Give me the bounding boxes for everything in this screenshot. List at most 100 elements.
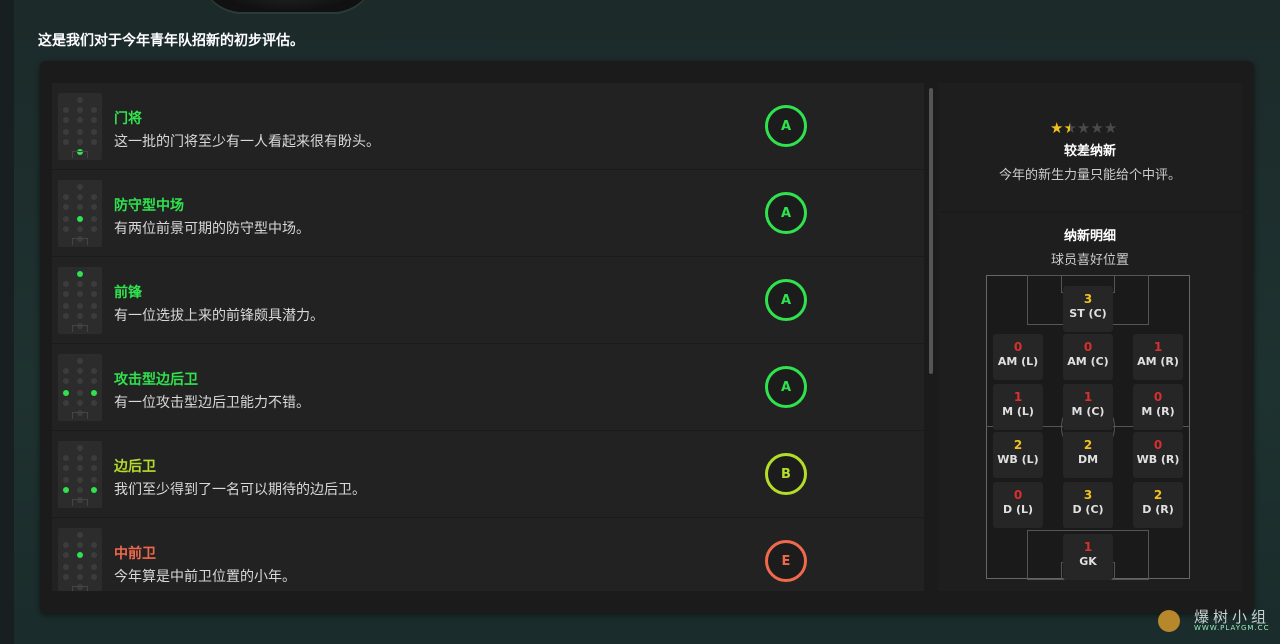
watermark: 爆树小组 WWW.PLAYGM.CC (1158, 604, 1273, 632)
position-cell-dr[interactable]: 2D (R) (1133, 482, 1183, 528)
youth-intake-panel: 门将 这一批的门将至少有一人看起来很有盼头。 A 防守型中场 有两位前景可期的防守型中场… (40, 61, 1254, 613)
pitch-dot (63, 368, 69, 374)
pitch-dot (77, 455, 83, 461)
pitch-dot (63, 204, 69, 210)
pitch-dot (77, 129, 83, 135)
pitch-dot (91, 400, 97, 406)
position-label: M (R) (1141, 405, 1175, 418)
pitch-dot (77, 184, 83, 190)
pitch-dot (63, 291, 69, 297)
position-row[interactable]: 防守型中场有两位前景可期的防守型中场。 A (52, 170, 924, 256)
pitch-dot (77, 107, 83, 113)
position-cell-wbl[interactable]: 2 WB (L) (993, 432, 1043, 478)
position-cell-dm[interactable]: 2 DM (1063, 432, 1113, 478)
watermark-url: WWW.PLAYGM.CC (1194, 624, 1270, 632)
position-label: WB (R) (1136, 453, 1180, 466)
mini-pitch-icon (58, 441, 102, 508)
position-row[interactable]: 边后卫 我们至少得到了一名可以期待的边后卫。 B (52, 431, 924, 517)
intake-breakdown-card: 纳新明细 球员喜好位置 3 ST (C) 0 AM (L) 0 AM (C) 1 AM (R)… (938, 213, 1242, 591)
position-count: 0 (1153, 390, 1163, 404)
position-row[interactable]: 中前卫 今年算是中前卫位置的小年。 E (52, 518, 924, 591)
position-row[interactable]: 攻击型边后卫 有一位攻击型边后卫能力不错。 A (52, 344, 924, 430)
mini-pitch-icon (58, 267, 102, 334)
position-description: 有两位前景可期的防守型中场。 (114, 221, 310, 237)
position-description: 今年算是中前卫位置的小年。 (114, 569, 296, 585)
pitch-dot (63, 281, 69, 287)
position-title: 中前卫 (114, 546, 156, 562)
pitch-dot (91, 552, 97, 558)
pitch-dot (63, 378, 69, 384)
pitch-dot (91, 465, 97, 471)
position-cell-wbr[interactable]: 0 WB (R) (1133, 432, 1183, 478)
star-icon: ★ (1103, 119, 1118, 137)
pitch-dot (77, 303, 83, 309)
grade-badge: A (765, 279, 807, 321)
position-title: 前锋 (114, 285, 142, 301)
position-cell-amr[interactable]: 1 AM (R) (1133, 334, 1183, 380)
pitch-dot (77, 271, 83, 277)
position-cell-mc[interactable]: 1M (C) (1063, 384, 1113, 430)
mini-pitch-icon (58, 180, 102, 247)
breakdown-subtitle: 球员喜好位置 (1050, 253, 1129, 268)
position-count: 2 (1153, 488, 1163, 502)
position-count: 2 (1083, 438, 1093, 452)
position-label: D (R) (1142, 503, 1174, 516)
position-cell-st[interactable]: 3 ST (C) (1063, 286, 1113, 332)
pitch-dot (63, 226, 69, 232)
pitch-dot (77, 445, 83, 451)
pitch-dot (91, 107, 97, 113)
pitch-dot (91, 139, 97, 145)
pitch-dot (77, 532, 83, 538)
position-description: 有一位选拔上来的前锋颇具潜力。 (114, 308, 324, 324)
position-title: 门将 (114, 111, 142, 127)
pitch-dot (63, 400, 69, 406)
pitch-dot (77, 216, 83, 222)
position-count: 3 (1083, 292, 1093, 306)
grade-badge: A (765, 366, 807, 408)
position-title: 防守型中场 (114, 198, 184, 214)
position-cell-mr[interactable]: 0M (R) (1133, 384, 1183, 430)
pitch-dot (91, 281, 97, 287)
pitch-dot (77, 378, 83, 384)
position-cell-amc[interactable]: 0 AM (C) (1063, 334, 1113, 380)
pitch-dot (77, 465, 83, 471)
position-cell-dc[interactable]: 3D (C) (1063, 482, 1113, 528)
position-row[interactable]: 门将 这一批的门将至少有一人看起来很有盼头。 A (52, 83, 924, 169)
position-count: 2 (1013, 438, 1023, 452)
scrollbar[interactable] (929, 88, 933, 374)
position-title: 边后卫 (114, 459, 156, 475)
position-cell-aml[interactable]: 0 AM (L) (993, 334, 1043, 380)
pitch-dot (91, 303, 97, 309)
position-label: GK (1079, 555, 1097, 568)
pitch-dot (91, 455, 97, 461)
pitch-dot (63, 552, 69, 558)
pitch-dot (91, 216, 97, 222)
pitch-dot (63, 129, 69, 135)
position-cell-ml[interactable]: 1M (L) (993, 384, 1043, 430)
pitch-dot (77, 139, 83, 145)
star-icon: ★ (1050, 119, 1064, 137)
pitch-dot (63, 194, 69, 200)
pitch-dot (77, 477, 83, 483)
position-label: M (L) (1002, 405, 1034, 418)
mini-pitch-icon (58, 354, 102, 421)
position-assessment-list[interactable]: 门将 这一批的门将至少有一人看起来很有盼头。 A 防守型中场 有两位前景可期的防守型中场… (52, 83, 924, 591)
pitch-dot (77, 97, 83, 103)
watermark-logo-icon (1158, 610, 1180, 632)
position-description: 有一位攻击型边后卫能力不错。 (114, 395, 310, 411)
position-description: 我们至少得到了一名可以期待的边后卫。 (114, 482, 366, 498)
pitch-dot (77, 226, 83, 232)
position-cell-dl[interactable]: 0D (L) (993, 482, 1043, 528)
pitch-dot (91, 542, 97, 548)
grade-badge: A (765, 192, 807, 234)
position-row[interactable]: 前锋有一位选拔上来的前锋颇具潜力。 A (52, 257, 924, 343)
pitch-dot (63, 303, 69, 309)
pitch-dot (63, 117, 69, 123)
pitch-dot (63, 487, 69, 493)
position-cell-gk[interactable]: 1 GK (1063, 534, 1113, 580)
intro-text: 这是我们对于今年青年队招新的初步评估。 (38, 33, 304, 49)
position-label: D (C) (1072, 503, 1104, 516)
position-count: 1 (1083, 390, 1093, 404)
pitch-dot (77, 368, 83, 374)
pitch-dot (77, 400, 83, 406)
